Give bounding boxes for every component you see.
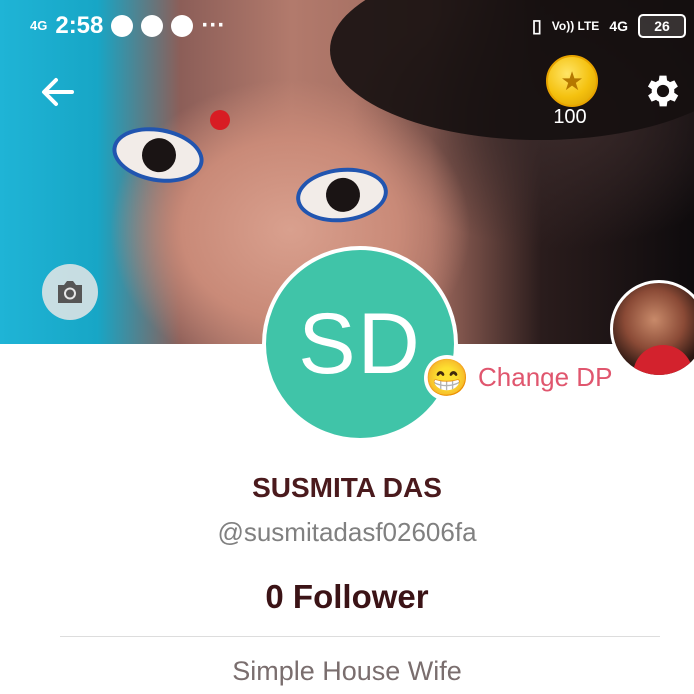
volte-indicator: Vo)) LTE [551,19,600,33]
battery-indicator: 26 [638,14,686,38]
change-cover-button[interactable] [42,264,98,320]
star-coin-icon[interactable]: ★ [546,55,598,107]
message-icon [171,15,194,37]
more-notifications: ··· [201,12,226,39]
grinning-emoji-icon[interactable]: 😁 [424,355,470,401]
profile-name: SUSMITA DAS [252,472,442,503]
back-button[interactable] [38,72,78,112]
vibrate-icon: ▯ [531,15,542,36]
network-indicator: 4G [30,18,48,33]
status-bar: 4G 2:58 ··· ▯ Vo)) LTE 4G 26 [0,0,694,56]
avatar-initials: SD [298,295,422,392]
cover-eye-right [293,163,391,227]
cover-eye-left [108,120,208,190]
network-indicator-right: 4G [609,18,628,34]
arrow-left-icon [42,78,74,106]
profile-thumbnail[interactable] [610,280,694,378]
profile-handle: @susmitadasf02606fa [217,517,477,547]
followers-count[interactable]: 0 Follower [0,578,694,616]
profile-bio: Simple House Wife [232,656,462,686]
status-time: 2:58 [55,12,104,39]
profile-avatar[interactable]: SD [262,246,458,442]
change-dp-link[interactable]: Change DP [478,362,612,393]
youtube-icon [141,15,164,37]
cover-bindi-shape [210,110,230,130]
coin-count: 100 [553,106,587,128]
gear-icon [647,75,679,107]
divider [60,636,660,637]
camera-icon [58,281,82,303]
upload-icon [111,15,134,37]
settings-button[interactable] [642,70,684,112]
